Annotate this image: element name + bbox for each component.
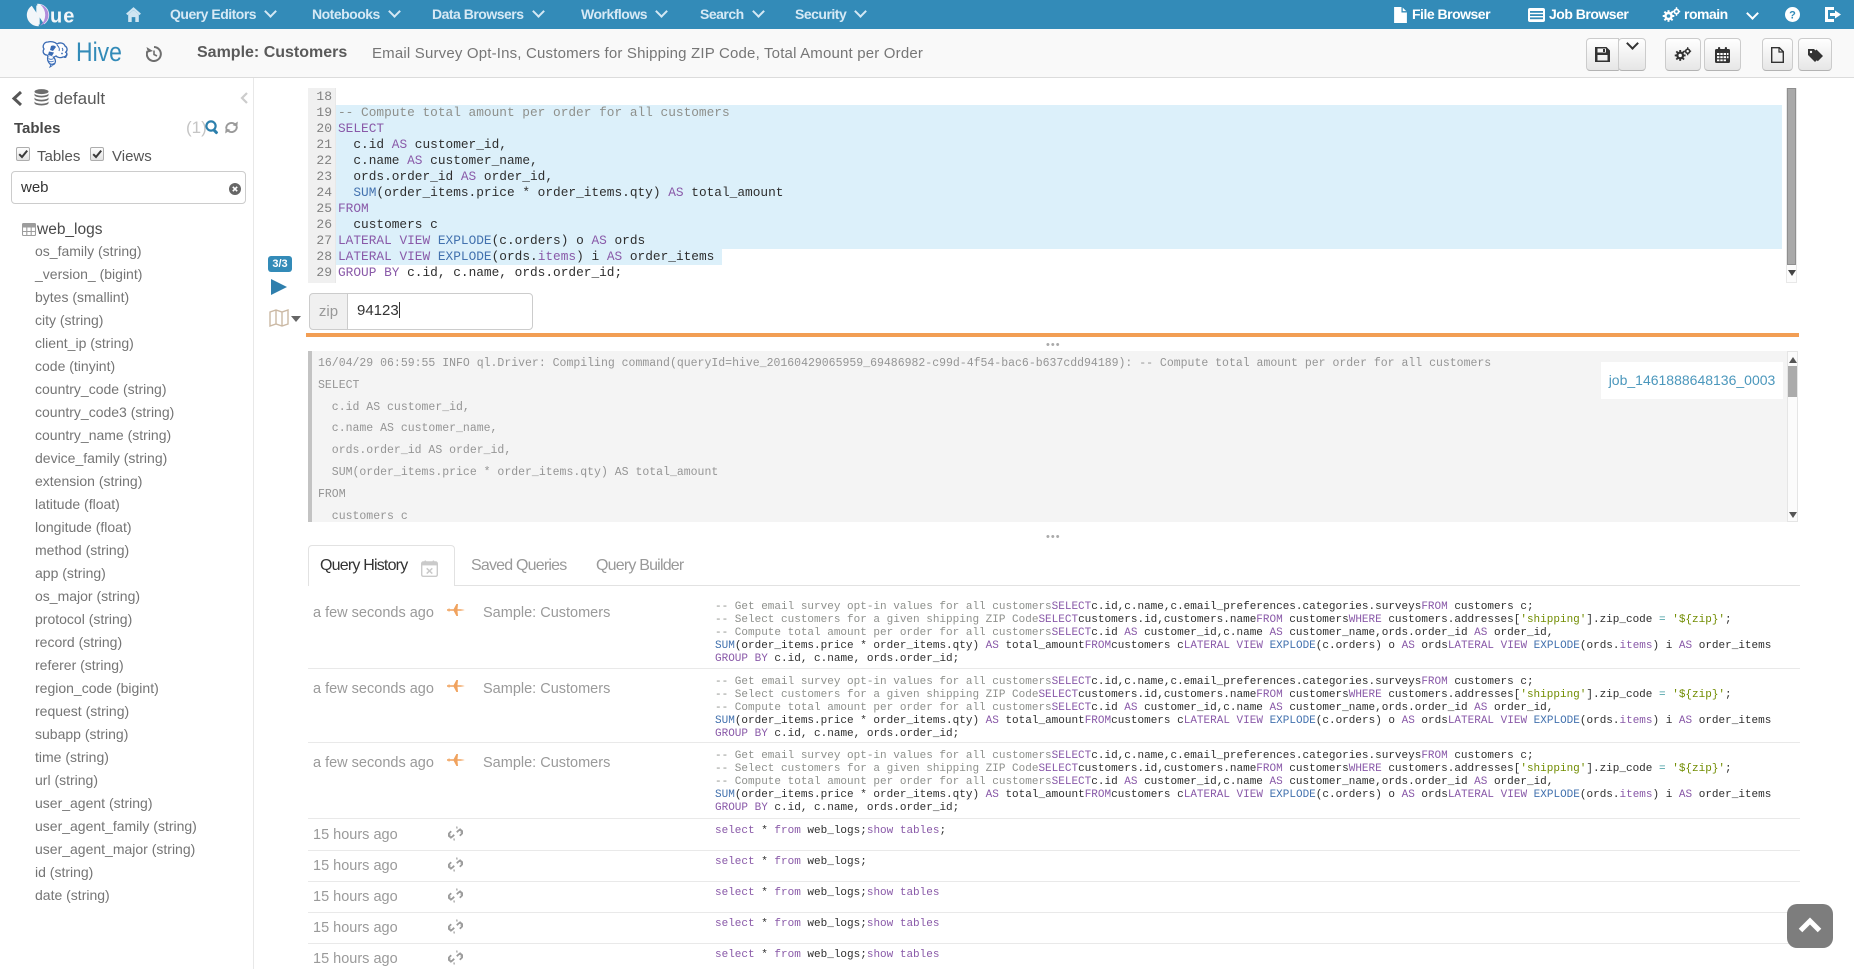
svg-text:?: ? [1789,10,1796,22]
svg-text:ue: ue [50,6,75,28]
